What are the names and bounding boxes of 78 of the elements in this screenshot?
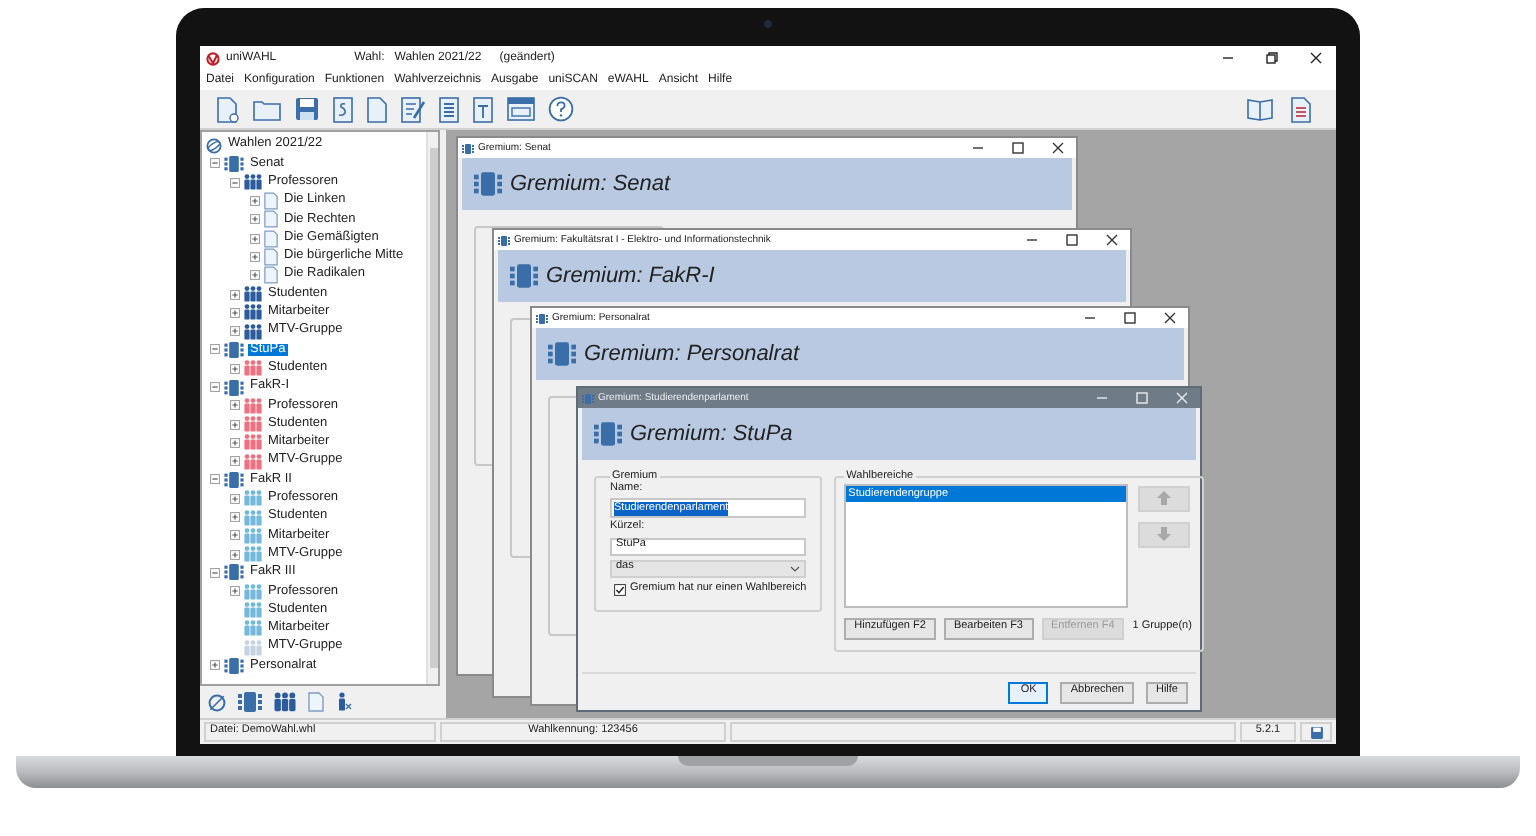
person-icon[interactable] (336, 692, 352, 712)
form-document-icon[interactable] (472, 95, 494, 123)
report-icon[interactable] (1290, 95, 1312, 123)
dialog-heading: Gremium: FakR-I (546, 265, 715, 287)
collapse-icon[interactable] (210, 344, 220, 355)
collapse-icon[interactable] (230, 177, 240, 188)
paragraph-document-icon[interactable] (332, 95, 354, 123)
book-icon[interactable] (1246, 97, 1274, 121)
minimize-icon[interactable] (1084, 312, 1096, 324)
expand-icon[interactable] (230, 363, 240, 374)
document-icon[interactable] (366, 95, 388, 123)
dialog-heading: Gremium: Senat (510, 173, 671, 195)
expand-icon[interactable] (230, 289, 240, 300)
expand-icon[interactable] (250, 251, 260, 262)
dialog-heading: Gremium: StuPa (630, 423, 793, 445)
collapse-icon[interactable] (210, 474, 220, 485)
expand-icon[interactable] (230, 437, 240, 448)
expand-icon[interactable] (250, 233, 260, 244)
edit-document-icon[interactable] (400, 95, 426, 123)
close-icon[interactable] (1164, 312, 1176, 324)
dialog-heading: Gremium: Personalrat (584, 343, 800, 365)
close-icon[interactable] (1310, 52, 1322, 64)
collapse-icon[interactable] (210, 382, 220, 392)
block-icon (224, 155, 244, 172)
block-icon (548, 342, 576, 366)
block-icon[interactable] (238, 692, 262, 712)
block-icon (594, 422, 622, 446)
block-icon (224, 657, 244, 674)
expand-icon[interactable] (230, 400, 240, 411)
folder-icon[interactable] (252, 97, 282, 121)
expand-icon[interactable] (230, 456, 240, 467)
help-icon[interactable] (548, 96, 574, 122)
maximize-icon[interactable] (1124, 312, 1136, 324)
expand-icon[interactable] (250, 270, 260, 281)
block-icon (498, 235, 510, 245)
expand-icon[interactable] (230, 326, 240, 337)
restore-icon[interactable] (1266, 52, 1278, 64)
minimize-icon[interactable] (1026, 234, 1038, 246)
block-icon (510, 264, 538, 288)
close-icon[interactable] (1106, 234, 1118, 246)
globe-icon[interactable] (208, 693, 226, 711)
block-icon (462, 143, 474, 153)
checkbox[interactable] (614, 583, 626, 595)
block-icon (224, 471, 244, 488)
block-icon (536, 313, 548, 323)
expand-icon[interactable] (230, 419, 240, 430)
block-icon (224, 379, 244, 395)
expand-icon[interactable] (230, 586, 240, 597)
maximize-icon[interactable] (1066, 234, 1078, 246)
arrow-up-icon (1156, 490, 1173, 506)
expand-icon[interactable] (230, 512, 240, 523)
collapse-icon[interactable] (210, 567, 220, 578)
people-icon[interactable] (274, 692, 296, 712)
list-document-icon[interactable] (438, 95, 460, 123)
minimize-icon[interactable] (972, 142, 984, 154)
arrow-down-icon (1156, 526, 1173, 542)
expand-icon[interactable] (230, 530, 240, 541)
expand-icon[interactable] (230, 307, 240, 318)
block-icon (474, 172, 502, 196)
minimize-icon[interactable] (1222, 52, 1234, 64)
logo-icon (206, 51, 220, 65)
block-icon (224, 564, 244, 581)
expand-icon[interactable] (230, 493, 240, 504)
chevron-down-icon (790, 565, 801, 571)
window-icon[interactable] (506, 96, 536, 122)
new-document-icon[interactable] (216, 95, 240, 123)
close-icon[interactable] (1052, 142, 1064, 154)
block-icon (224, 341, 244, 358)
expand-icon[interactable] (210, 660, 220, 671)
block-icon (582, 393, 594, 403)
expand-icon[interactable] (250, 196, 260, 207)
maximize-icon[interactable] (1012, 142, 1024, 154)
globe-icon (206, 137, 222, 154)
collapse-icon[interactable] (210, 158, 220, 169)
expand-icon[interactable] (230, 549, 240, 560)
scrollbar[interactable] (426, 132, 438, 684)
minimize-icon[interactable] (1096, 392, 1108, 404)
expand-icon[interactable] (250, 214, 260, 225)
